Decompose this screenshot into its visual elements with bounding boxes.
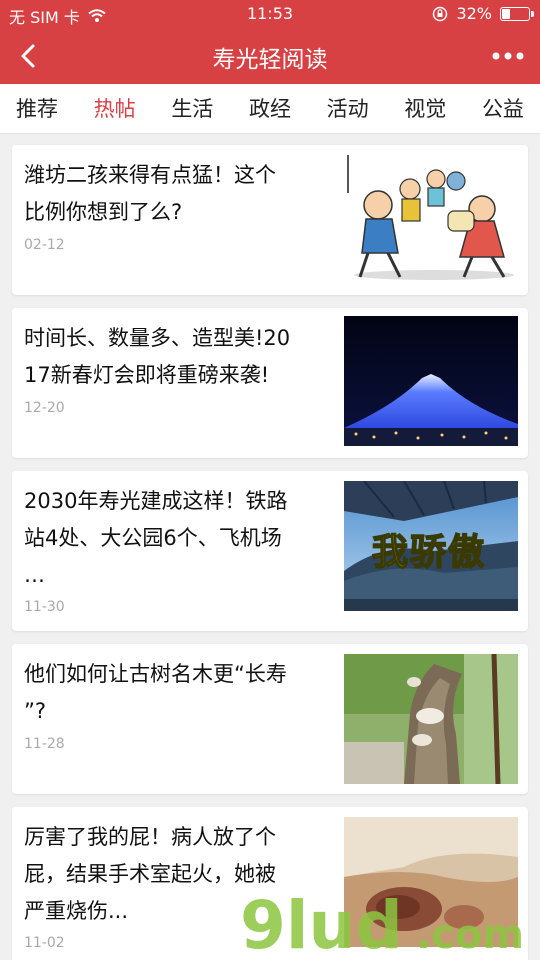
- orientation-lock-icon: [433, 6, 448, 21]
- article-card[interactable]: 时间长、数量多、造型美!20 17新春灯会即将重磅来袭! 12-20: [12, 308, 528, 458]
- article-title-line: 潍坊二孩来得有点猛！这个: [24, 163, 276, 187]
- article-title-line: 时间长、数量多、造型美!20: [24, 326, 291, 350]
- cartoon-family-image: [344, 153, 518, 283]
- status-right-group: 32%: [432, 4, 534, 23]
- article-date: 11-28: [24, 736, 65, 752]
- article-date: 11-02: [24, 935, 65, 951]
- tab-charity[interactable]: 公益: [482, 84, 524, 133]
- station-image: 我骄傲: [344, 481, 518, 611]
- lantern-festival-image: [344, 316, 518, 446]
- article-title-line: 站4处、大公园6个、飞机场: [24, 526, 282, 550]
- tab-hot[interactable]: 热帖: [94, 84, 136, 133]
- article-title-line: 2030年寿光建成这样！铁路: [24, 489, 288, 513]
- article-title: 时间长、数量多、造型美!20 17新春灯会即将重磅来袭!: [24, 320, 334, 394]
- article-title-line: 他们如何让古树名木更“长寿: [24, 662, 287, 686]
- more-button[interactable]: [488, 38, 528, 74]
- article-title: 2030年寿光建成这样！铁路 站4处、大公园6个、飞机场 …: [24, 483, 334, 594]
- tab-events[interactable]: 活动: [327, 84, 369, 133]
- category-tabs: 推荐 热帖 生活 政经 活动 视觉 公益: [0, 84, 540, 134]
- battery-icon: [500, 6, 534, 21]
- article-card[interactable]: 潍坊二孩来得有点猛！这个 比例你想到了么? 02-12: [12, 145, 528, 295]
- page-title: 寿光轻阅读: [212, 47, 328, 73]
- article-date: 02-12: [24, 237, 65, 253]
- article-card[interactable]: 厉害了我的屁！病人放了个 屁，结果手术室起火，她被 严重烧伤... 11-02: [12, 807, 528, 960]
- article-title: 他们如何让古树名木更“长寿 ”?: [24, 656, 334, 730]
- article-title-line: 17新春灯会即将重磅来袭!: [24, 363, 270, 387]
- article-title: 潍坊二孩来得有点猛！这个 比例你想到了么?: [24, 157, 334, 231]
- tab-visual[interactable]: 视觉: [404, 84, 446, 133]
- article-card[interactable]: 2030年寿光建成这样！铁路 站4处、大公园6个、飞机场 … 11-30 我骄傲: [12, 471, 528, 631]
- article-date: 12-20: [24, 400, 65, 416]
- article-title-line: 屁，结果手术室起火，她被: [24, 862, 276, 886]
- article-title: 厉害了我的屁！病人放了个 屁，结果手术室起火，她被 严重烧伤...: [24, 819, 334, 930]
- nav-bar: 寿光轻阅读: [0, 28, 540, 84]
- article-title-line: …: [24, 563, 45, 587]
- article-card[interactable]: 他们如何让古树名木更“长寿 ”? 11-28: [12, 644, 528, 794]
- tab-life[interactable]: 生活: [171, 84, 213, 133]
- battery-fill: [502, 8, 511, 19]
- article-title-line: 厉害了我的屁！病人放了个: [24, 825, 276, 849]
- old-tree-image: [344, 654, 518, 784]
- battery-percent: 32%: [456, 4, 492, 23]
- article-title-line: ”?: [24, 699, 47, 723]
- burned-skin-image: [344, 817, 518, 947]
- tab-politics-economy[interactable]: 政经: [249, 84, 291, 133]
- tab-recommend[interactable]: 推荐: [16, 84, 58, 133]
- article-title-line: 比例你想到了么?: [24, 200, 183, 224]
- article-title-line: 严重烧伤...: [24, 899, 129, 923]
- article-date: 11-30: [24, 599, 65, 615]
- thumb-caption: 我骄傲: [371, 531, 487, 574]
- more-dots-icon: [492, 52, 524, 60]
- status-bar: 无 SIM 卡 11:53 32%: [0, 0, 540, 28]
